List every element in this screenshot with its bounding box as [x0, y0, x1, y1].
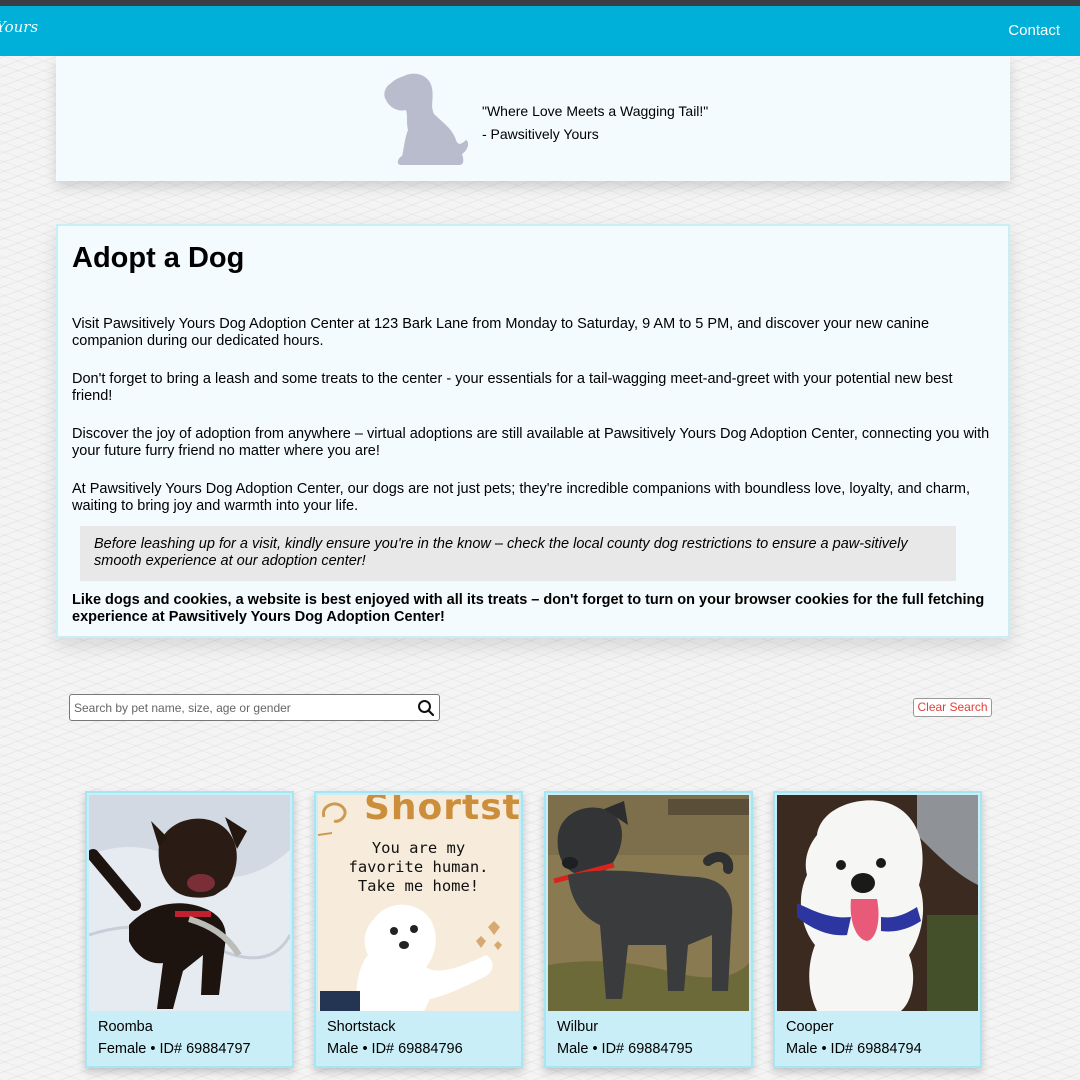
info-paragraph: Discover the joy of adoption from anywhe…: [72, 426, 990, 459]
dog-name: Cooper: [786, 1019, 834, 1035]
photo-caption-line: You are my: [371, 839, 466, 857]
dog-name: Roomba: [98, 1019, 153, 1035]
navbar: Yours Contact: [0, 6, 1080, 56]
info-paragraph: At Pawsitively Yours Dog Adoption Center…: [72, 481, 970, 514]
dog-meta: Male • ID# 69884796: [327, 1041, 463, 1057]
dog-photo[interactable]: [548, 795, 749, 1011]
dog-name: Shortstack: [327, 1019, 396, 1035]
search-box: [69, 694, 440, 721]
dog-card-cooper[interactable]: Cooper Male • ID# 69884794: [773, 791, 982, 1068]
dog-photo[interactable]: [89, 795, 290, 1011]
hero-banner: "Where Love Meets a Wagging Tail!" - Paw…: [56, 56, 1010, 181]
cookie-notice: Like dogs and cookies, a website is best…: [72, 592, 985, 625]
adopt-info-panel: Adopt a Dog Visit Pawsitively Yours Dog …: [56, 224, 1010, 638]
dog-card-shortstack[interactable]: Shortsta You are my favorite human. Take…: [314, 791, 523, 1068]
dog-card-wilbur[interactable]: Wilbur Male • ID# 69884795: [544, 791, 753, 1068]
clear-search-button[interactable]: Clear Search: [913, 698, 992, 717]
photo-title-text: Shortsta: [364, 795, 519, 828]
restrictions-note: Before leashing up for a visit, kindly e…: [80, 526, 956, 581]
nav-contact-link[interactable]: Contact: [1008, 22, 1060, 39]
info-paragraph: Don't forget to bring a leash and some t…: [72, 371, 953, 404]
hero-quote-block: "Where Love Meets a Wagging Tail!" - Paw…: [482, 100, 708, 146]
photo-caption-line: favorite human.: [348, 858, 489, 876]
page-title: Adopt a Dog: [72, 242, 245, 274]
hero-quote: "Where Love Meets a Wagging Tail!": [482, 103, 709, 119]
photo-caption: You are my favorite human. Take me home!: [318, 839, 519, 896]
dog-meta: Male • ID# 69884795: [557, 1041, 693, 1057]
hero-attribution: - Pawsitively Yours: [482, 126, 599, 142]
dog-name: Wilbur: [557, 1019, 599, 1035]
dog-meta: Female • ID# 69884797: [98, 1041, 251, 1057]
dog-meta: Male • ID# 69884794: [786, 1041, 922, 1057]
photo-caption-line: Take me home!: [357, 877, 480, 895]
dog-card-roomba[interactable]: Roomba Female • ID# 69884797: [85, 791, 294, 1068]
dog-silhouette-icon: [384, 73, 469, 165]
dog-photo[interactable]: Shortsta You are my favorite human. Take…: [318, 795, 519, 1011]
info-paragraph: Visit Pawsitively Yours Dog Adoption Cen…: [72, 316, 930, 349]
brand-logo[interactable]: Yours: [0, 18, 38, 36]
search-input[interactable]: [74, 698, 414, 717]
search-icon[interactable]: [417, 699, 435, 717]
dog-photo[interactable]: [777, 795, 978, 1011]
